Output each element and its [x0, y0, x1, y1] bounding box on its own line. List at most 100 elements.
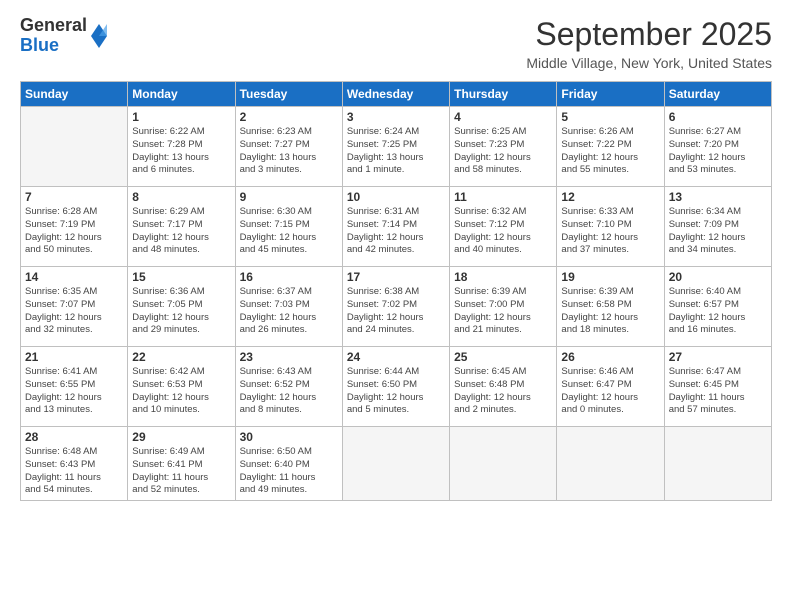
title-block: September 2025 Middle Village, New York,…	[526, 16, 772, 71]
calendar-cell: 22 Sunrise: 6:42 AM Sunset: 6:53 PM Dayli…	[128, 347, 235, 427]
day-info: Sunrise: 6:22 AM Sunset: 7:28 PM Dayligh…	[132, 126, 230, 177]
week-row-2: 7 Sunrise: 6:28 AM Sunset: 7:19 PM Daylig…	[21, 187, 772, 267]
day-info: Sunrise: 6:34 AM Sunset: 7:09 PM Dayligh…	[669, 206, 767, 257]
calendar-cell: 28 Sunrise: 6:48 AM Sunset: 6:43 PM Dayli…	[21, 427, 128, 501]
day-number: 15	[132, 270, 230, 284]
day-number: 4	[454, 110, 552, 124]
month-title: September 2025	[526, 16, 772, 53]
day-number: 7	[25, 190, 123, 204]
logo-general: General	[20, 16, 87, 36]
day-info: Sunrise: 6:35 AM Sunset: 7:07 PM Dayligh…	[25, 286, 123, 337]
day-info: Sunrise: 6:37 AM Sunset: 7:03 PM Dayligh…	[240, 286, 338, 337]
day-info: Sunrise: 6:27 AM Sunset: 7:20 PM Dayligh…	[669, 126, 767, 177]
day-info: Sunrise: 6:25 AM Sunset: 7:23 PM Dayligh…	[454, 126, 552, 177]
day-number: 17	[347, 270, 445, 284]
day-number: 30	[240, 430, 338, 444]
calendar-header-row: SundayMondayTuesdayWednesdayThursdayFrid…	[21, 82, 772, 107]
calendar-cell: 4 Sunrise: 6:25 AM Sunset: 7:23 PM Daylig…	[450, 107, 557, 187]
calendar-cell: 9Sunrise: 6:30 AM Sunset: 7:15 PM Daylig…	[235, 187, 342, 267]
day-info: Sunrise: 6:28 AM Sunset: 7:19 PM Dayligh…	[25, 206, 123, 257]
day-number: 19	[561, 270, 659, 284]
day-number: 11	[454, 190, 552, 204]
calendar-cell	[342, 427, 449, 501]
calendar-cell: 23Sunrise: 6:43 AM Sunset: 6:52 PM Dayli…	[235, 347, 342, 427]
logo-icon	[89, 22, 109, 50]
calendar-cell: 18Sunrise: 6:39 AM Sunset: 7:00 PM Dayli…	[450, 267, 557, 347]
calendar-cell: 7 Sunrise: 6:28 AM Sunset: 7:19 PM Daylig…	[21, 187, 128, 267]
calendar-cell: 27Sunrise: 6:47 AM Sunset: 6:45 PM Dayli…	[664, 347, 771, 427]
day-number: 10	[347, 190, 445, 204]
day-number: 20	[669, 270, 767, 284]
calendar-cell: 21 Sunrise: 6:41 AM Sunset: 6:55 PM Dayli…	[21, 347, 128, 427]
header-tuesday: Tuesday	[235, 82, 342, 107]
day-info: Sunrise: 6:44 AM Sunset: 6:50 PM Dayligh…	[347, 366, 445, 417]
header-monday: Monday	[128, 82, 235, 107]
day-info: Sunrise: 6:46 AM Sunset: 6:47 PM Dayligh…	[561, 366, 659, 417]
calendar-cell: 19 Sunrise: 6:39 AM Sunset: 6:58 PM Dayli…	[557, 267, 664, 347]
day-number: 8	[132, 190, 230, 204]
day-number: 28	[25, 430, 123, 444]
day-number: 27	[669, 350, 767, 364]
week-row-3: 14 Sunrise: 6:35 AM Sunset: 7:07 PM Dayli…	[21, 267, 772, 347]
calendar-cell: 6 Sunrise: 6:27 AM Sunset: 7:20 PM Daylig…	[664, 107, 771, 187]
day-number: 18	[454, 270, 552, 284]
calendar-cell: 13 Sunrise: 6:34 AM Sunset: 7:09 PM Dayli…	[664, 187, 771, 267]
calendar-cell: 12 Sunrise: 6:33 AM Sunset: 7:10 PM Dayli…	[557, 187, 664, 267]
header: General Blue September 2025 Middle Villa…	[20, 16, 772, 71]
day-number: 16	[240, 270, 338, 284]
location: Middle Village, New York, United States	[526, 55, 772, 71]
day-number: 21	[25, 350, 123, 364]
day-number: 13	[669, 190, 767, 204]
calendar-table: SundayMondayTuesdayWednesdayThursdayFrid…	[20, 81, 772, 501]
calendar-cell	[664, 427, 771, 501]
day-info: Sunrise: 6:32 AM Sunset: 7:12 PM Dayligh…	[454, 206, 552, 257]
week-row-4: 21 Sunrise: 6:41 AM Sunset: 6:55 PM Dayli…	[21, 347, 772, 427]
day-number: 14	[25, 270, 123, 284]
day-info: Sunrise: 6:40 AM Sunset: 6:57 PM Dayligh…	[669, 286, 767, 337]
header-saturday: Saturday	[664, 82, 771, 107]
calendar-cell: 17 Sunrise: 6:38 AM Sunset: 7:02 PM Dayli…	[342, 267, 449, 347]
calendar-cell	[21, 107, 128, 187]
day-number: 12	[561, 190, 659, 204]
day-info: Sunrise: 6:30 AM Sunset: 7:15 PM Dayligh…	[240, 206, 338, 257]
day-number: 2	[240, 110, 338, 124]
calendar-cell: 8 Sunrise: 6:29 AM Sunset: 7:17 PM Daylig…	[128, 187, 235, 267]
day-info: Sunrise: 6:50 AM Sunset: 6:40 PM Dayligh…	[240, 446, 338, 497]
day-info: Sunrise: 6:38 AM Sunset: 7:02 PM Dayligh…	[347, 286, 445, 337]
calendar-cell: 15 Sunrise: 6:36 AM Sunset: 7:05 PM Dayli…	[128, 267, 235, 347]
day-info: Sunrise: 6:39 AM Sunset: 6:58 PM Dayligh…	[561, 286, 659, 337]
day-info: Sunrise: 6:41 AM Sunset: 6:55 PM Dayligh…	[25, 366, 123, 417]
header-friday: Friday	[557, 82, 664, 107]
day-info: Sunrise: 6:42 AM Sunset: 6:53 PM Dayligh…	[132, 366, 230, 417]
day-info: Sunrise: 6:45 AM Sunset: 6:48 PM Dayligh…	[454, 366, 552, 417]
day-info: Sunrise: 6:36 AM Sunset: 7:05 PM Dayligh…	[132, 286, 230, 337]
calendar-cell: 16 Sunrise: 6:37 AM Sunset: 7:03 PM Dayli…	[235, 267, 342, 347]
calendar-cell: 10 Sunrise: 6:31 AM Sunset: 7:14 PM Dayli…	[342, 187, 449, 267]
calendar-cell: 14 Sunrise: 6:35 AM Sunset: 7:07 PM Dayli…	[21, 267, 128, 347]
day-info: Sunrise: 6:31 AM Sunset: 7:14 PM Dayligh…	[347, 206, 445, 257]
week-row-1: 1Sunrise: 6:22 AM Sunset: 7:28 PM Daylig…	[21, 107, 772, 187]
calendar-cell: 11 Sunrise: 6:32 AM Sunset: 7:12 PM Dayli…	[450, 187, 557, 267]
day-info: Sunrise: 6:26 AM Sunset: 7:22 PM Dayligh…	[561, 126, 659, 177]
day-info: Sunrise: 6:43 AM Sunset: 6:52 PM Dayligh…	[240, 366, 338, 417]
calendar-cell: 24Sunrise: 6:44 AM Sunset: 6:50 PM Dayli…	[342, 347, 449, 427]
header-sunday: Sunday	[21, 82, 128, 107]
day-number: 26	[561, 350, 659, 364]
day-info: Sunrise: 6:29 AM Sunset: 7:17 PM Dayligh…	[132, 206, 230, 257]
day-number: 3	[347, 110, 445, 124]
header-wednesday: Wednesday	[342, 82, 449, 107]
day-info: Sunrise: 6:33 AM Sunset: 7:10 PM Dayligh…	[561, 206, 659, 257]
day-number: 6	[669, 110, 767, 124]
calendar-cell: 20 Sunrise: 6:40 AM Sunset: 6:57 PM Dayli…	[664, 267, 771, 347]
day-number: 29	[132, 430, 230, 444]
day-number: 5	[561, 110, 659, 124]
calendar-cell: 25Sunrise: 6:45 AM Sunset: 6:48 PM Dayli…	[450, 347, 557, 427]
page: General Blue September 2025 Middle Villa…	[0, 0, 792, 612]
day-info: Sunrise: 6:24 AM Sunset: 7:25 PM Dayligh…	[347, 126, 445, 177]
day-info: Sunrise: 6:23 AM Sunset: 7:27 PM Dayligh…	[240, 126, 338, 177]
calendar-cell	[557, 427, 664, 501]
day-number: 22	[132, 350, 230, 364]
day-info: Sunrise: 6:48 AM Sunset: 6:43 PM Dayligh…	[25, 446, 123, 497]
calendar-cell: 30 Sunrise: 6:50 AM Sunset: 6:40 PM Dayli…	[235, 427, 342, 501]
header-thursday: Thursday	[450, 82, 557, 107]
